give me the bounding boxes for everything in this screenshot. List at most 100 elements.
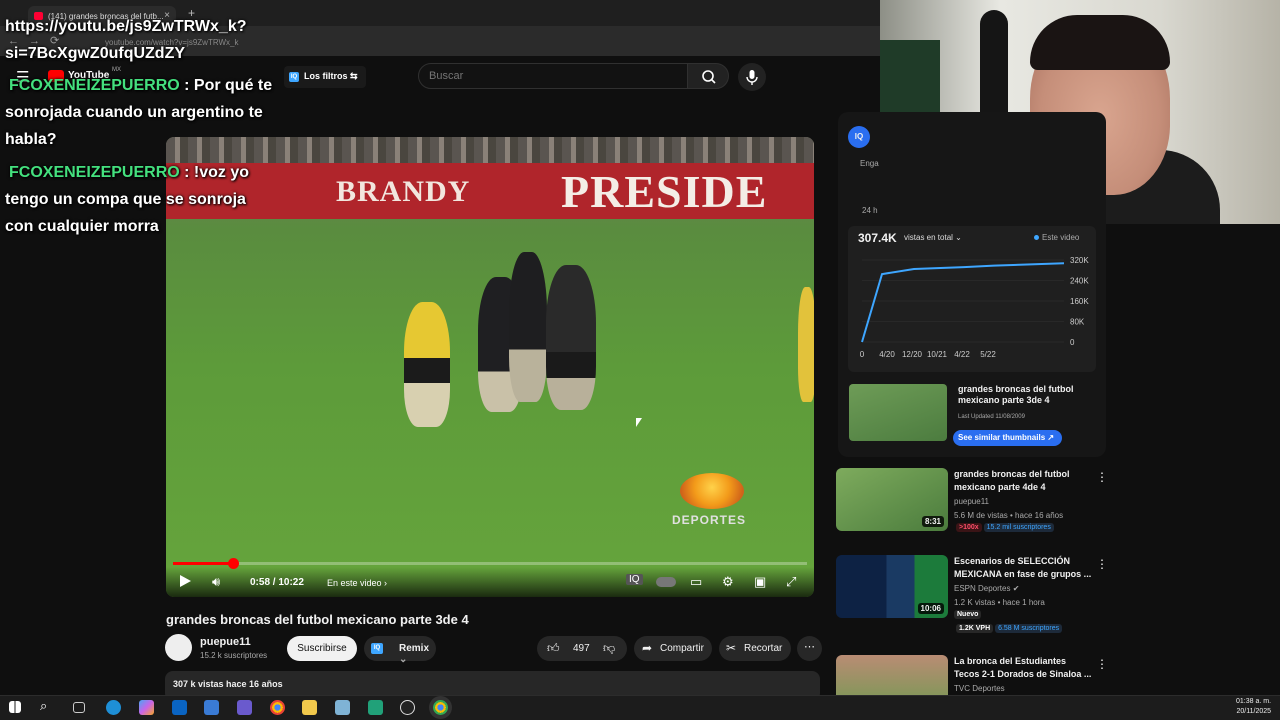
edge-browser-icon[interactable] bbox=[106, 700, 121, 715]
time-display: 0:58 / 10:22 bbox=[250, 577, 304, 588]
thumbs-down-icon[interactable]: 👎︎ bbox=[603, 641, 615, 656]
total-views: 307.4K bbox=[858, 231, 897, 245]
more-options-icon[interactable]: ⋮ bbox=[1096, 657, 1108, 671]
volume-icon[interactable]: 🔊︎ bbox=[212, 574, 220, 590]
rec-channel[interactable]: ESPN Deportes ✔ bbox=[954, 584, 1019, 593]
voice-search-button[interactable] bbox=[738, 63, 766, 91]
subtitles-icon[interactable]: ▭ bbox=[690, 574, 702, 590]
theater-mode-icon[interactable]: ▣ bbox=[754, 574, 766, 590]
remix-button[interactable]: IQ Remix ⌄ bbox=[364, 636, 436, 665]
search-icon bbox=[702, 70, 716, 84]
share-button[interactable]: ➦ Compartir bbox=[634, 636, 712, 661]
rec-meta: 1.2 K vistas • hace 1 hora bbox=[954, 598, 1045, 607]
chat-username: FCOXENEIZEPUERRO bbox=[9, 77, 180, 94]
more-options-icon[interactable]: ⋮ bbox=[1096, 557, 1108, 571]
taskbar-clock[interactable]: 01:38 a. m. 20/11/2025 bbox=[1236, 697, 1271, 717]
chat-line: habla? bbox=[5, 131, 57, 148]
last-updated-label: Last Updated 11/08/2009 bbox=[958, 414, 1025, 420]
clip-label: Recortar bbox=[744, 643, 783, 654]
rec-badge: 15.2 mil suscriptores bbox=[983, 523, 1054, 532]
external-link-icon: ↗ bbox=[1047, 433, 1055, 442]
see-similar-thumbnails-button[interactable]: See similar thumbnails ↗ bbox=[953, 430, 1063, 446]
search-icon[interactable]: ⌕ bbox=[40, 698, 55, 713]
clock-date: 20/11/2025 bbox=[1236, 708, 1272, 715]
copilot-icon[interactable] bbox=[139, 700, 154, 715]
settings-gear-icon[interactable]: ⚙ bbox=[722, 574, 734, 590]
clock-time: 01:38 a. m. bbox=[1236, 698, 1272, 705]
channel-avatar[interactable] bbox=[165, 634, 192, 661]
filters-label: Los filtros bbox=[304, 71, 348, 81]
y-tick-label: 80K bbox=[1070, 318, 1085, 327]
chat-line: https://youtu.be/js9ZwTRWx_k? bbox=[5, 18, 247, 35]
search-button[interactable] bbox=[687, 63, 729, 89]
iq-badge-icon[interactable]: IQ bbox=[848, 126, 870, 148]
app-icon[interactable] bbox=[368, 700, 383, 715]
x-tick-label: 12/20 bbox=[902, 350, 923, 359]
rec-badge: >100x bbox=[956, 523, 982, 532]
video-player[interactable]: BRANDY PRESIDE DEPORTES 🔊︎ 0:58 / 10:22 … bbox=[166, 137, 814, 597]
rec-badge: 1.2K VPH bbox=[956, 624, 994, 633]
windows-start-icon[interactable] bbox=[9, 701, 21, 713]
channel-name[interactable]: puepue11 bbox=[200, 636, 251, 648]
rec-thumbnail[interactable]: 10:06 bbox=[836, 555, 948, 618]
like-count: 497 bbox=[573, 643, 590, 654]
footballer bbox=[546, 265, 596, 410]
rec-channel[interactable]: puepue11 bbox=[954, 497, 989, 506]
iq-player-icon[interactable]: IQ bbox=[626, 574, 643, 585]
chrome-active-icon[interactable] bbox=[433, 700, 448, 715]
fullscreen-icon[interactable]: ⤢ bbox=[786, 574, 796, 590]
thumbnail-video-title: grandes broncas del futbol mexicano part… bbox=[958, 384, 1074, 405]
views-dropdown[interactable]: vistas en total ⌄ bbox=[904, 233, 962, 242]
windows-taskbar bbox=[0, 695, 1280, 720]
chat-line: con cualquier morra bbox=[5, 218, 159, 235]
outlook-icon[interactable] bbox=[172, 700, 187, 715]
task-view-icon[interactable] bbox=[73, 702, 85, 713]
rec-duration: 8:31 bbox=[921, 516, 944, 527]
rec-title[interactable]: La bronca del Estudiantes Tecos 2-1 Dora… bbox=[954, 655, 1092, 681]
chapter-label: En este video bbox=[327, 578, 382, 588]
filters-button[interactable]: IQ Los filtros ⇆ bbox=[284, 66, 366, 88]
footballer bbox=[404, 302, 450, 427]
legend-this-video: Este video bbox=[1034, 233, 1079, 242]
rec-badge: 6.58 M suscriptores bbox=[995, 624, 1063, 633]
obs-icon[interactable] bbox=[400, 700, 415, 715]
clip-button[interactable]: ✂ Recortar bbox=[719, 636, 791, 661]
chrome-icon[interactable] bbox=[270, 700, 285, 715]
rec-title[interactable]: Escenarios de SELECCIÓN MEXICANA en fase… bbox=[954, 555, 1092, 581]
rec-title[interactable]: grandes broncas del futbol mexicano part… bbox=[954, 468, 1092, 494]
subscriber-count: 15.2 k suscriptores bbox=[200, 651, 268, 660]
autoplay-toggle[interactable] bbox=[656, 577, 676, 587]
recommendation-item[interactable]: La bronca del Estudiantes Tecos 2-1 Dora… bbox=[836, 655, 1126, 695]
rec-thumbnail[interactable]: 8:31 bbox=[836, 468, 948, 531]
play-icon[interactable] bbox=[180, 575, 191, 587]
iq-icon: IQ bbox=[289, 72, 299, 82]
footballer bbox=[509, 252, 547, 402]
more-actions-icon[interactable]: ⋯ bbox=[797, 636, 822, 661]
rec-thumbnail[interactable] bbox=[836, 655, 948, 695]
microphone-icon bbox=[746, 70, 758, 85]
chat-line: FCOXENEIZEPUERRO : !voz yo bbox=[9, 164, 250, 181]
chevron-down-icon: ⌄ bbox=[399, 654, 408, 665]
y-tick-label: 240K bbox=[1070, 277, 1089, 286]
chat-line: si=7BcXgwZ0ufqUZdZY bbox=[5, 45, 186, 62]
recommendation-item[interactable]: 8:31 grandes broncas del futbol mexicano… bbox=[836, 468, 1126, 548]
views-line-chart: 0 80K 160K 240K 320K 0 4/20 12/20 10/21 4/22 5/22 bbox=[860, 256, 1090, 359]
recommendation-item[interactable]: 10:06 Escenarios de SELECCIÓN MEXICANA e… bbox=[836, 555, 1126, 635]
like-button[interactable]: 👍︎ 497 👎︎ bbox=[537, 636, 627, 661]
store-icon[interactable] bbox=[204, 700, 219, 715]
views-series-line bbox=[861, 262, 1065, 343]
rec-new-badge: Nuevo bbox=[954, 610, 982, 619]
scissors-icon: ✂ bbox=[726, 641, 737, 655]
y-tick-label: 0 bbox=[1070, 338, 1075, 347]
search-input[interactable] bbox=[418, 63, 688, 89]
app-icon[interactable] bbox=[335, 700, 350, 715]
more-options-icon[interactable]: ⋮ bbox=[1096, 470, 1108, 484]
folder-icon[interactable] bbox=[302, 700, 317, 715]
video-thumbnail[interactable] bbox=[849, 384, 947, 441]
y-tick-label: 320K bbox=[1070, 256, 1089, 265]
rec-channel[interactable]: TVC Deportes bbox=[954, 684, 1005, 693]
app-icon[interactable] bbox=[237, 700, 252, 715]
subscribe-button[interactable]: Suscribirse bbox=[287, 636, 357, 661]
chapter-button[interactable]: En este video › bbox=[327, 578, 387, 588]
progress-bar[interactable] bbox=[173, 558, 807, 569]
